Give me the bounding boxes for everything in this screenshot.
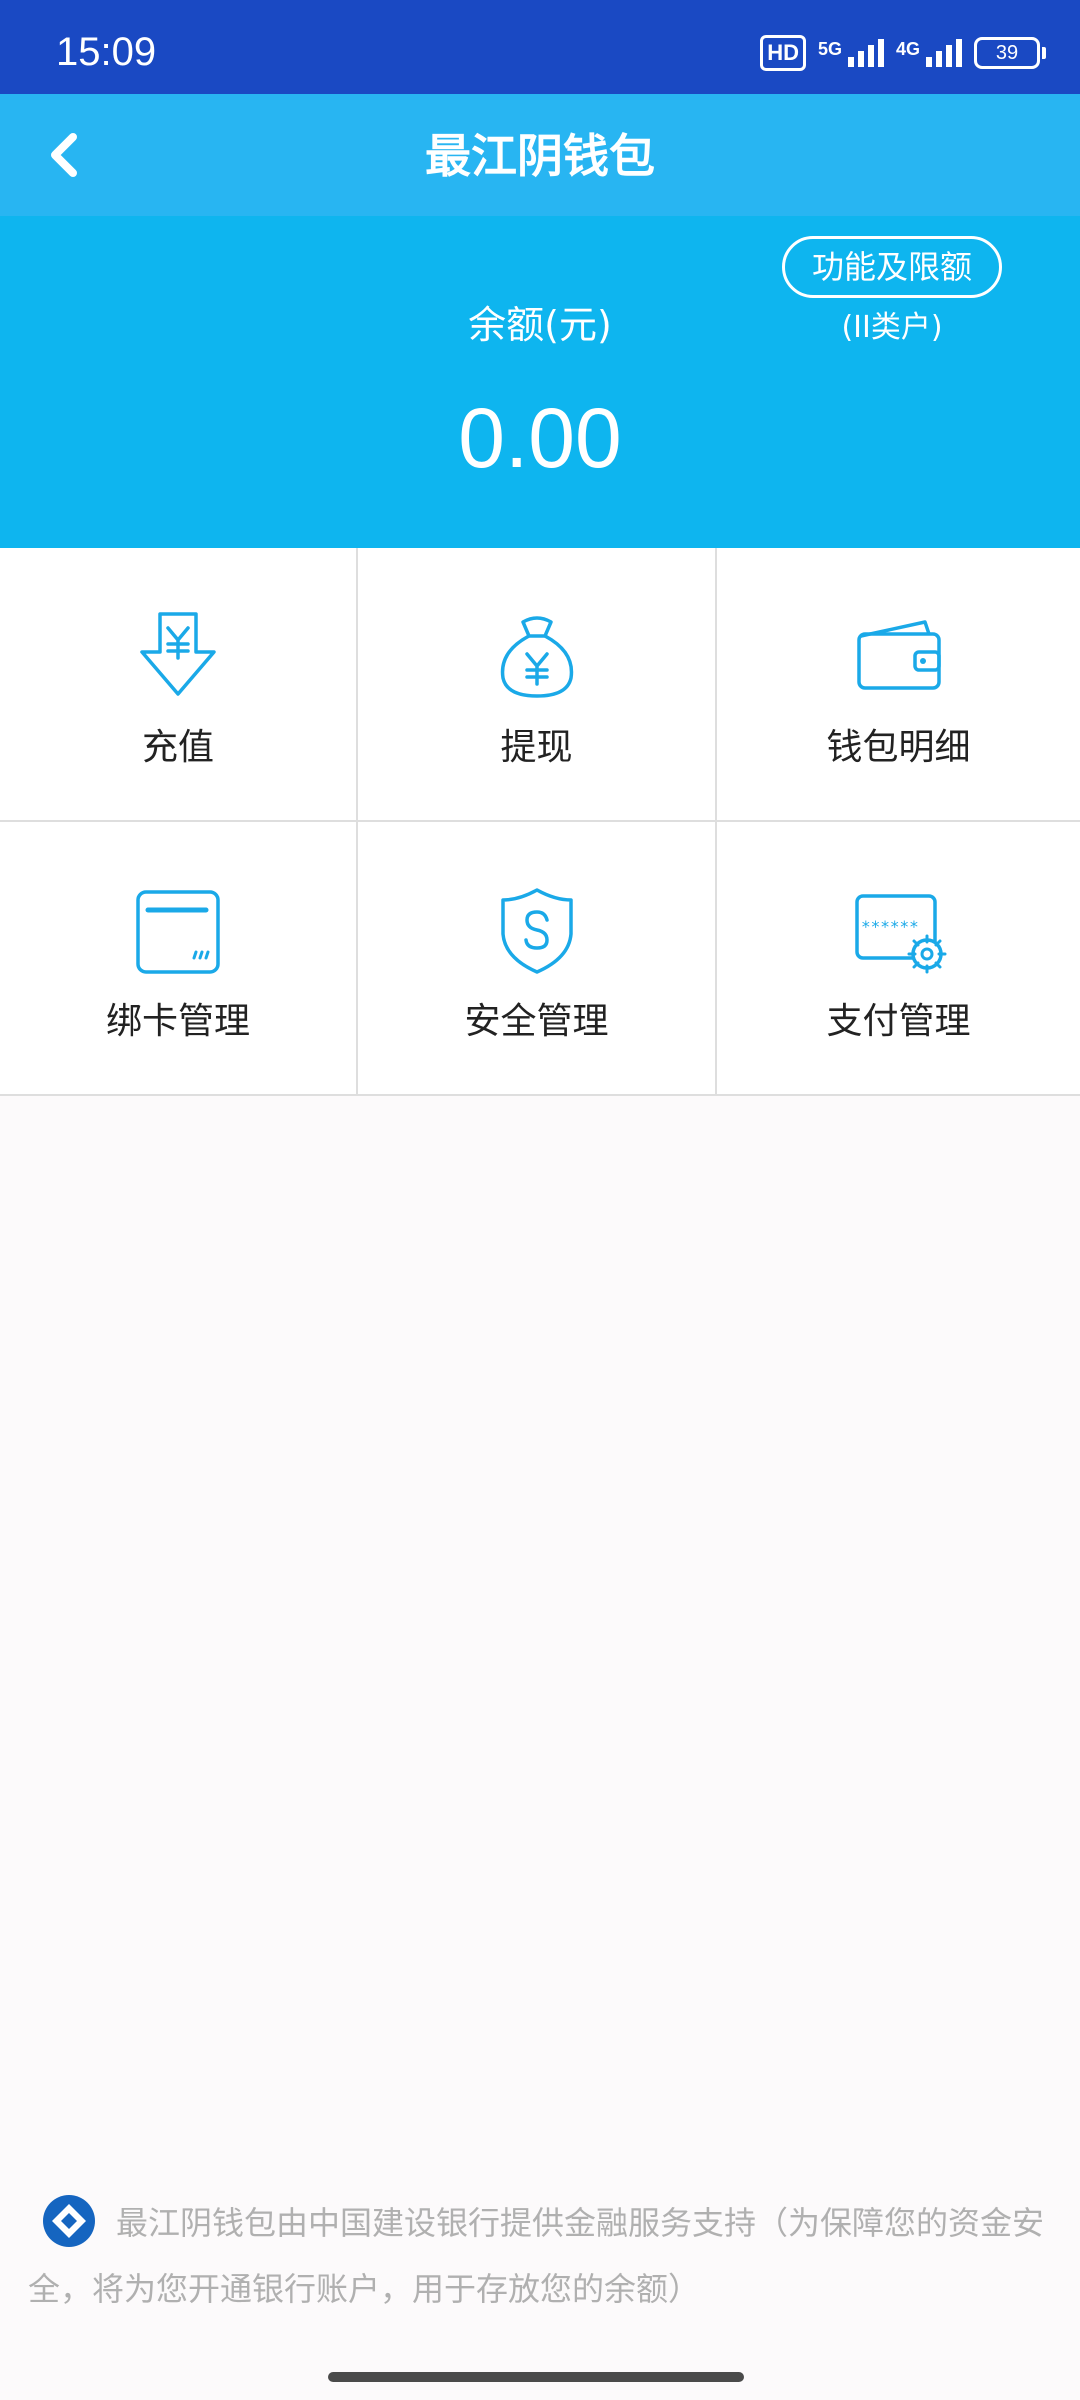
nav-bar: 最江阴钱包 bbox=[0, 94, 1080, 216]
password-settings-icon: ****** bbox=[854, 894, 946, 974]
recharge-icon bbox=[140, 612, 216, 696]
battery-icon: 39 bbox=[974, 37, 1046, 69]
menu-label: 支付管理 bbox=[826, 1001, 971, 1042]
shield-icon bbox=[500, 888, 573, 974]
balance-panel: 功能及限额 (II类户) 余额(元) 0.00 bbox=[0, 216, 1080, 548]
menu-label: 钱包明细 bbox=[826, 727, 971, 768]
page-title: 最江阴钱包 bbox=[425, 129, 655, 183]
card-icon bbox=[136, 890, 220, 974]
status-icons: HD 5G 4G 39 bbox=[760, 30, 1046, 76]
home-indicator[interactable] bbox=[328, 2372, 744, 2382]
money-bag-icon bbox=[500, 616, 573, 698]
menu-item-recharge[interactable]: 充值 bbox=[0, 548, 358, 822]
hd-icon: HD bbox=[760, 35, 806, 71]
signal-4g-icon: 4G bbox=[896, 39, 962, 67]
balance-value: 0.00 bbox=[458, 391, 622, 485]
signal-5g-icon: 5G bbox=[818, 39, 884, 67]
network-label-4g: 4G bbox=[895, 39, 920, 59]
network-label-5g: 5G bbox=[817, 39, 842, 59]
wallet-icon bbox=[856, 620, 941, 690]
balance-label: 余额(元) bbox=[468, 303, 612, 347]
status-time: 15:09 bbox=[56, 30, 157, 74]
function-grid: 充值 提现 钱包明细 绑卡管理 安全管理 ****** 支付管理 bbox=[0, 548, 1080, 1096]
menu-label: 绑卡管理 bbox=[105, 1001, 250, 1042]
footer-note: 最江阴钱包由中国建设银行提供金融服务支持（为保障您的资金安全，将为您开通银行账户… bbox=[28, 2190, 1048, 2322]
menu-item-payment-management[interactable]: ****** 支付管理 bbox=[717, 822, 1080, 1096]
menu-label: 充值 bbox=[141, 727, 214, 768]
ccb-logo-icon bbox=[43, 2195, 95, 2247]
footer-note-text: 最江阴钱包由中国建设银行提供金融服务支持（为保障您的资金安全，将为您开通银行账户… bbox=[28, 2204, 1045, 2308]
status-bar: 15:09 HD 5G 4G 39 bbox=[0, 0, 1080, 94]
menu-item-security[interactable]: 安全管理 bbox=[358, 822, 717, 1096]
menu-label: 安全管理 bbox=[464, 1001, 609, 1042]
menu-label: 提现 bbox=[500, 727, 573, 768]
menu-item-card-management[interactable]: 绑卡管理 bbox=[0, 822, 358, 1096]
menu-item-wallet-details[interactable]: 钱包明细 bbox=[717, 548, 1080, 822]
menu-item-withdraw[interactable]: 提现 bbox=[358, 548, 717, 822]
svg-text:******: ****** bbox=[861, 917, 919, 936]
limits-button[interactable]: 功能及限额 bbox=[782, 236, 1002, 298]
